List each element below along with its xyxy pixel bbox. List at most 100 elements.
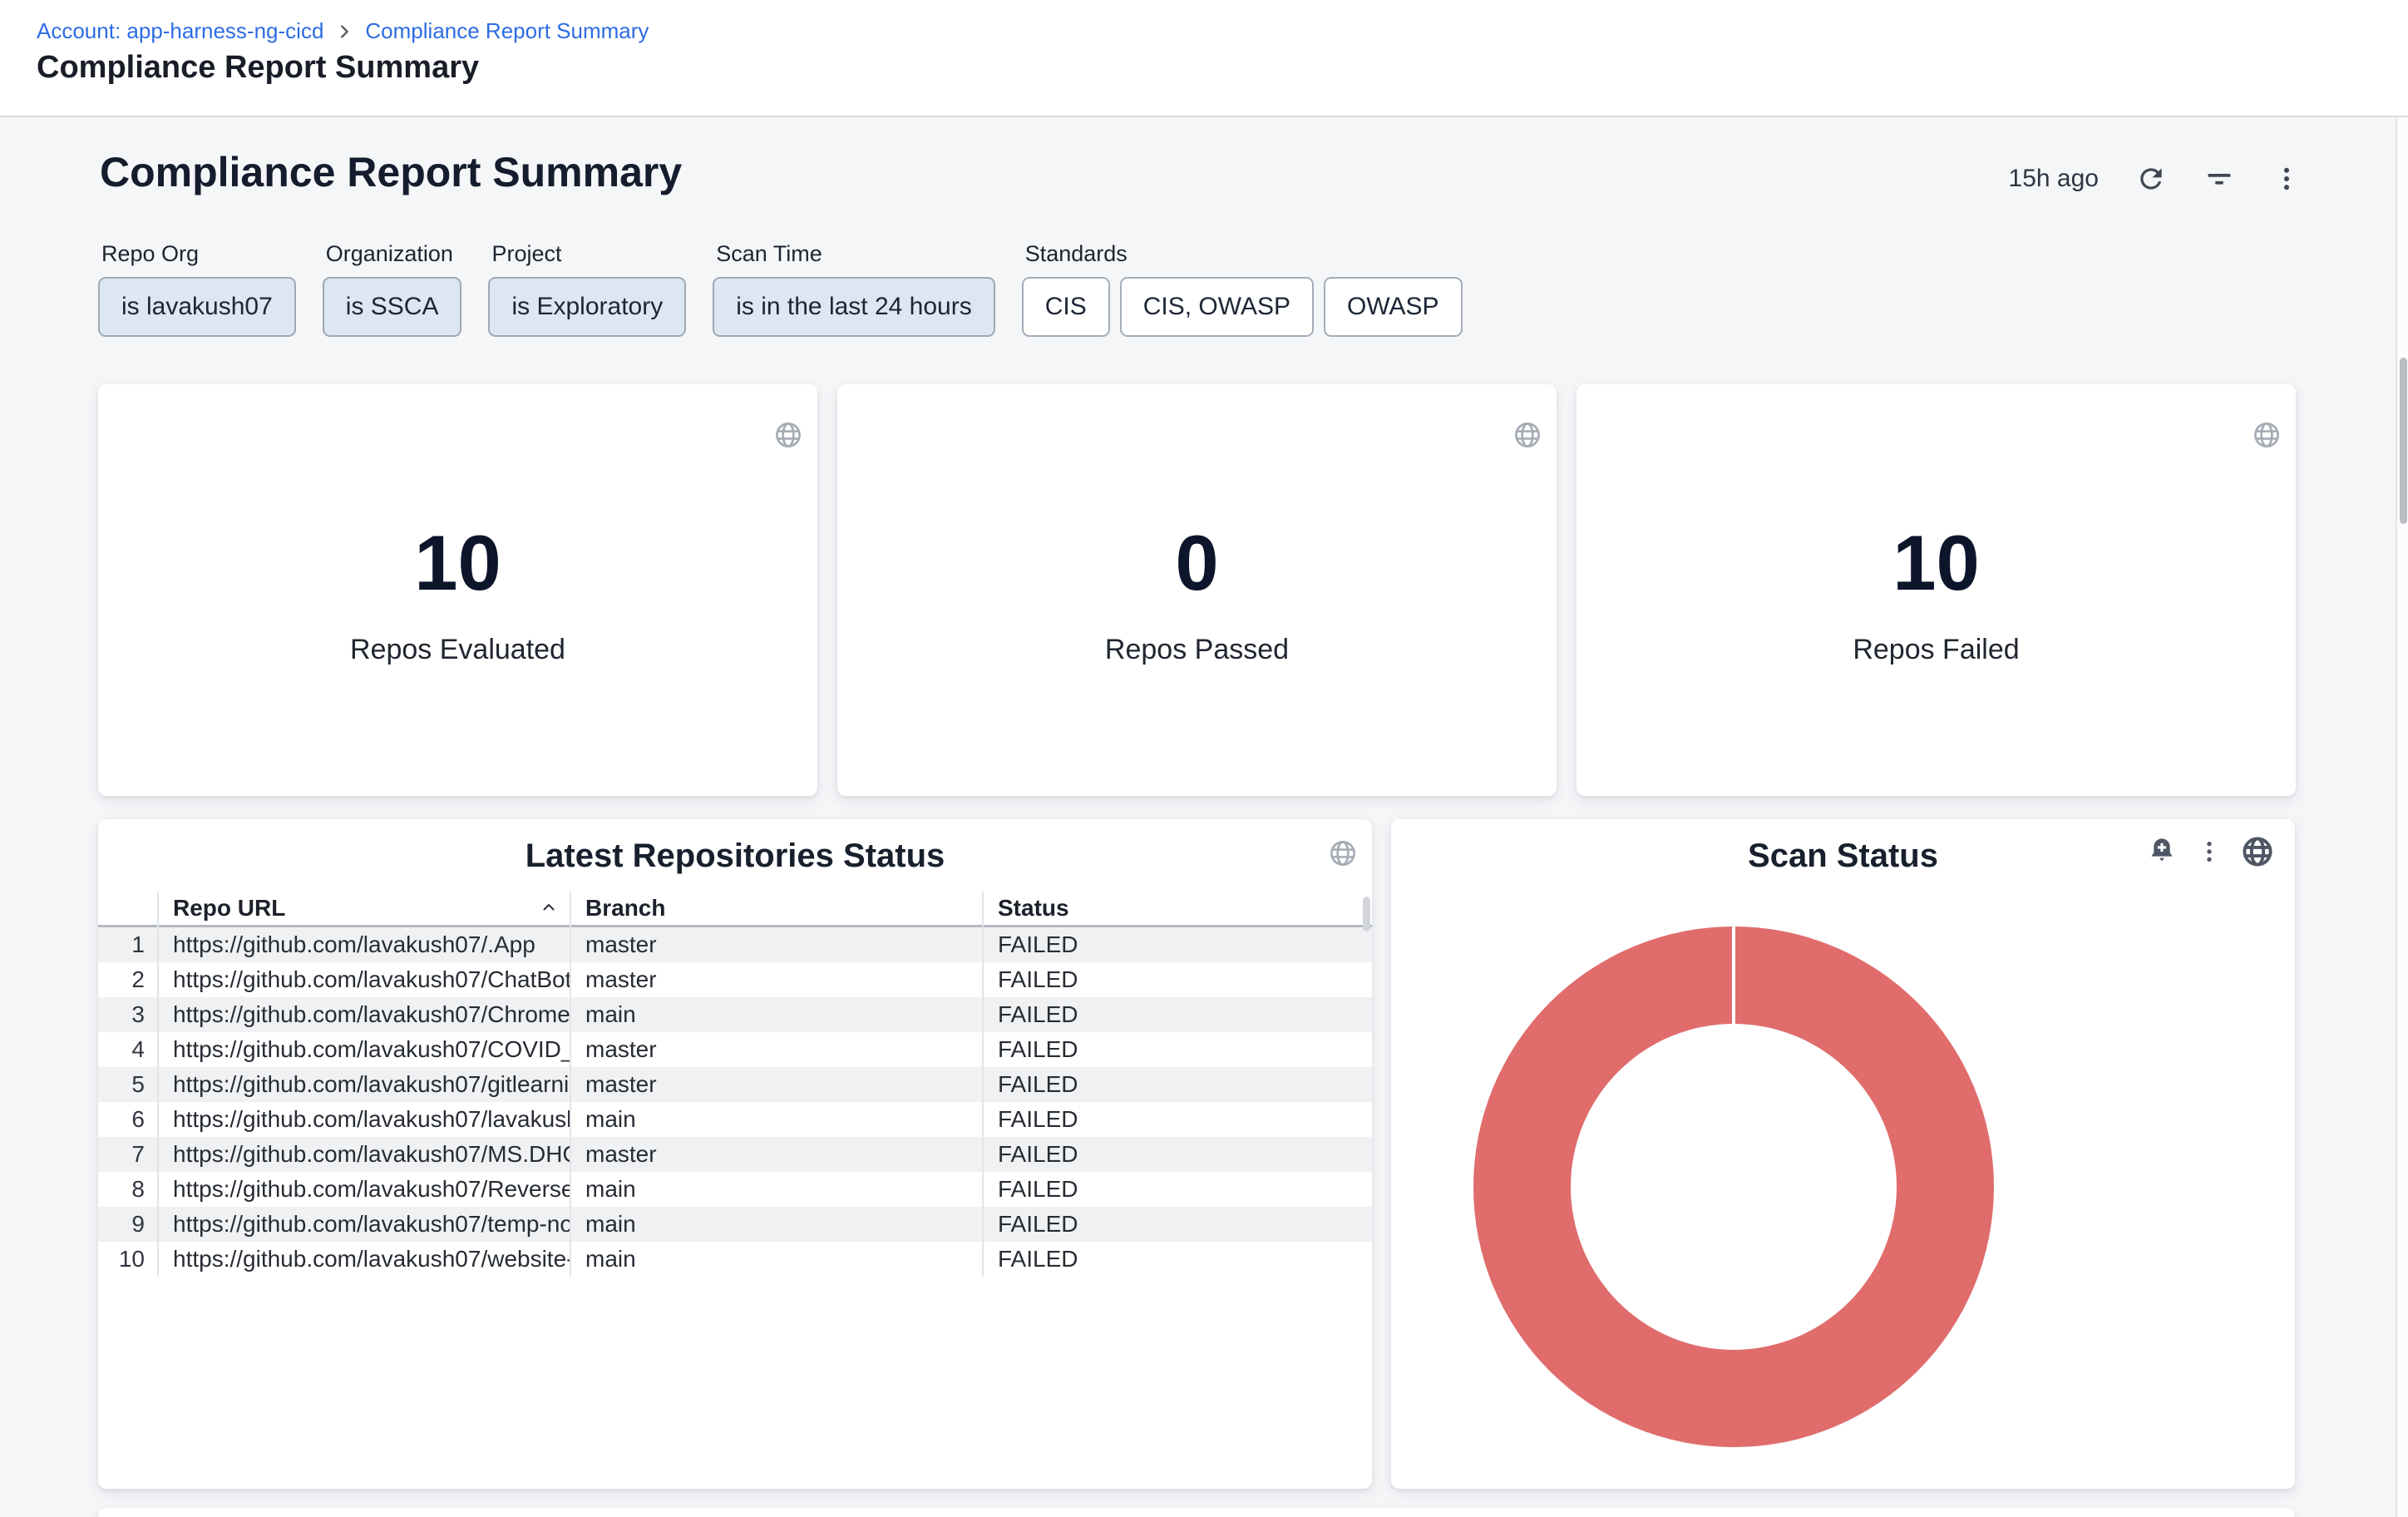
status-cell: FAILED [983,1067,1372,1102]
filter-label: Organization [323,241,462,267]
filter-chip-standards-cis[interactable]: CIS [1022,277,1110,337]
row-number: 6 [98,1102,158,1137]
page-scrollbar[interactable] [2396,117,2408,1517]
globe-icon[interactable] [772,419,804,455]
branch-cell: main [570,997,983,1032]
dashboard-controls: 15h ago [2009,163,2302,195]
column-header-branch[interactable]: Branch [570,892,983,925]
filter-chip-standards-cis-owasp[interactable]: CIS, OWASP [1120,277,1314,337]
globe-icon[interactable] [1327,838,1359,873]
globe-icon[interactable] [2251,419,2282,455]
repo-url-cell: https://github.com/lavakush07/Chrome-… [158,997,570,1032]
globe-icon[interactable] [1512,419,1543,455]
stat-value: 0 [837,524,1557,602]
table-row[interactable]: 2 https://github.com/lavakush07/ChatBot … [98,962,1372,997]
filter-group-standards: Standards CIS CIS, OWASP OWASP [1022,241,1463,337]
stat-value: 10 [98,524,817,602]
repo-url-cell: https://github.com/lavakush07/COVID_T… [158,1032,570,1067]
breadcrumb: Account: app-harness-ng-cicd Compliance … [37,18,649,44]
stat-label: Repos Passed [837,634,1557,666]
row-number-column-header [98,892,158,925]
status-cell: FAILED [983,1102,1372,1137]
scan-status-card: Scan Status FAILED 100.00% [1391,819,2295,1489]
breadcrumb-chevron-icon [335,22,353,41]
filter-chip-repo-org[interactable]: is lavakush07 [98,277,296,337]
page-title: Compliance Report Summary [37,50,479,86]
latest-repositories-card: Latest Repositories Status Repo URL Bran… [98,819,1372,1489]
status-cell: FAILED [983,927,1372,962]
row-number: 1 [98,927,158,962]
stat-card-repos-evaluated: 10 Repos Evaluated [98,384,817,796]
column-header-status[interactable]: Status [983,892,1372,925]
breadcrumb-account-link[interactable]: Account: app-harness-ng-cicd [37,18,323,44]
refresh-icon[interactable] [2135,163,2167,195]
branch-cell: master [570,1032,983,1067]
table-row[interactable]: 5 https://github.com/lavakush07/gitlearn… [98,1067,1372,1102]
table-card-title: Latest Repositories Status [98,838,1372,875]
repo-url-cell: https://github.com/lavakush07/website-1 [158,1242,570,1277]
status-cell: FAILED [983,1242,1372,1277]
sort-ascending-icon[interactable] [539,898,559,918]
donut-hole [1571,1024,1897,1350]
row-number: 3 [98,997,158,1032]
scan-status-donut-chart[interactable] [1473,927,1994,1447]
table-row[interactable]: 4 https://github.com/lavakush07/COVID_T…… [98,1032,1372,1067]
status-cell: FAILED [983,1032,1372,1067]
filter-chip-standards-owasp[interactable]: OWASP [1324,277,1463,337]
filter-label: Project [488,241,686,267]
status-cell: FAILED [983,1172,1372,1207]
branch-cell: main [570,1172,983,1207]
table-row[interactable]: 6 https://github.com/lavakush07/lavakush… [98,1102,1372,1137]
branch-cell: master [570,962,983,997]
scan-card-actions [2145,834,2275,869]
repo-url-cell: https://github.com/lavakush07/Reverse-… [158,1172,570,1207]
table-row[interactable]: 7 https://github.com/lavakush07/MS.DHO… … [98,1137,1372,1172]
alert-bell-plus-icon[interactable] [2145,835,2179,868]
kebab-menu-icon[interactable] [2272,164,2302,194]
stat-value: 10 [1577,524,2296,602]
row-number: 5 [98,1067,158,1102]
filter-group-project: Project is Exploratory [488,241,686,337]
filter-chip-organization[interactable]: is SSCA [323,277,462,337]
column-header-repo-url[interactable]: Repo URL [158,892,570,925]
table-row[interactable]: 8 https://github.com/lavakush07/Reverse-… [98,1172,1372,1207]
row-number: 9 [98,1207,158,1242]
status-cell: FAILED [983,1207,1372,1242]
kebab-menu-icon[interactable] [2195,838,2223,866]
globe-icon[interactable] [2240,834,2275,869]
repo-url-cell: https://github.com/lavakush07/ChatBot [158,962,570,997]
table-row[interactable]: 1 https://github.com/lavakush07/.App mas… [98,927,1372,962]
repo-url-cell: https://github.com/lavakush07/MS.DHO… [158,1137,570,1172]
status-cell: FAILED [983,962,1372,997]
branch-cell: main [570,1207,983,1242]
breadcrumb-current-link[interactable]: Compliance Report Summary [365,18,649,44]
column-header-label: Status [998,895,1069,922]
status-cell: FAILED [983,1137,1372,1172]
column-divider [982,892,984,1277]
filter-chip-scan-time[interactable]: is in the last 24 hours [713,277,995,337]
table-row[interactable]: 10 https://github.com/lavakush07/website… [98,1242,1372,1277]
status-cell: FAILED [983,997,1372,1032]
branch-cell: main [570,1242,983,1277]
column-header-label: Repo URL [173,895,285,922]
repo-url-cell: https://github.com/lavakush07/.App [158,927,570,962]
row-number: 7 [98,1137,158,1172]
filter-group-scan-time: Scan Time is in the last 24 hours [713,241,995,337]
row-number: 4 [98,1032,158,1067]
filter-icon[interactable] [2203,163,2235,195]
stat-card-repos-failed: 10 Repos Failed [1577,384,2296,796]
repo-url-cell: https://github.com/lavakush07/lavakush… [158,1102,570,1137]
filter-group-organization: Organization is SSCA [323,241,462,337]
stat-card-repos-passed: 0 Repos Passed [837,384,1557,796]
filter-label: Standards [1022,241,1463,267]
table-row[interactable]: 3 https://github.com/lavakush07/Chrome-…… [98,997,1372,1032]
filter-chip-project[interactable]: is Exploratory [488,277,686,337]
row-number: 10 [98,1242,158,1277]
row-number: 8 [98,1172,158,1207]
table-row[interactable]: 9 https://github.com/lavakush07/temp-no…… [98,1207,1372,1242]
page-scrollbar-thumb[interactable] [2400,358,2407,524]
repo-url-cell: https://github.com/lavakush07/temp-no… [158,1207,570,1242]
repo-table-header: Repo URL Branch Status [98,892,1372,927]
top-header: Account: app-harness-ng-cicd Compliance … [0,0,2408,117]
table-scrollbar-thumb[interactable] [1363,897,1370,931]
